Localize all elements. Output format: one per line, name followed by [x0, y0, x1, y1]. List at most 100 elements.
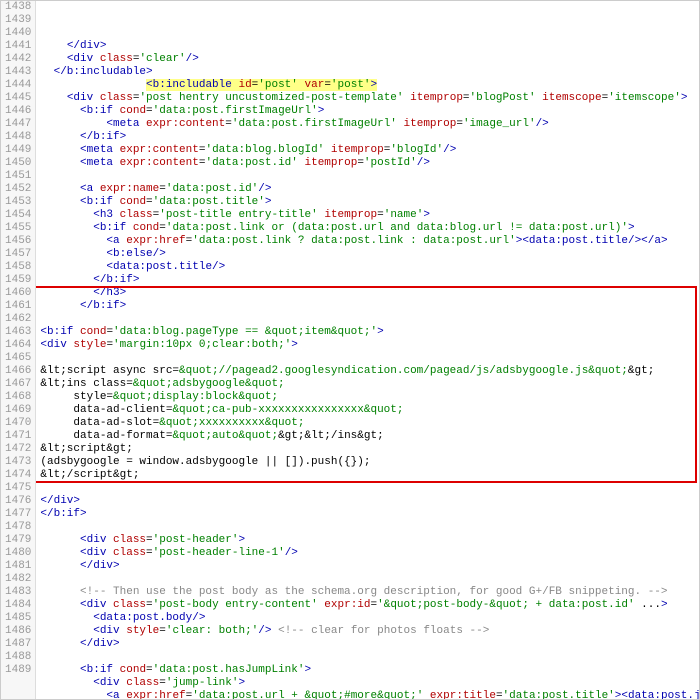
code-line[interactable]: </div> [40, 560, 699, 573]
line-number: 1453 [5, 196, 31, 209]
line-number: 1456 [5, 235, 31, 248]
line-number: 1486 [5, 625, 31, 638]
code-line[interactable]: </b:if> [40, 131, 699, 144]
code-line[interactable]: &lt;ins class=&quot;adsbygoogle&quot; [40, 378, 699, 391]
line-number: 1483 [5, 586, 31, 599]
code-line[interactable]: data-ad-slot=&quot;xxxxxxxxxx&quot; [40, 417, 699, 430]
code-line[interactable]: <b:if cond='data:post.hasJumpLink'> [40, 664, 699, 677]
line-number: 1455 [5, 222, 31, 235]
code-line[interactable]: </b:if> [40, 300, 699, 313]
code-line[interactable]: <meta expr:content='data:blog.blogId' it… [40, 144, 699, 157]
line-number: 1466 [5, 365, 31, 378]
code-line[interactable] [40, 482, 699, 495]
line-number: 1476 [5, 495, 31, 508]
code-line[interactable]: data-ad-client=&quot;ca-pub-xxxxxxxxxxxx… [40, 404, 699, 417]
code-line[interactable] [40, 313, 699, 326]
code-line[interactable]: <b:if cond='data:post.firstImageUrl'> [40, 105, 699, 118]
code-line[interactable]: <h3 class='post-title entry-title' itemp… [40, 209, 699, 222]
line-number: 1475 [5, 482, 31, 495]
line-number: 1442 [5, 53, 31, 66]
line-number: 1441 [5, 40, 31, 53]
line-number: 1482 [5, 573, 31, 586]
line-number: 1465 [5, 352, 31, 365]
code-line[interactable]: <div style='clear: both;'/> <!-- clear f… [40, 625, 699, 638]
code-line[interactable]: </h3> [40, 287, 699, 300]
code-line[interactable]: <div style='margin:10px 0;clear:both;'> [40, 339, 699, 352]
line-number: 1458 [5, 261, 31, 274]
code-line[interactable]: style=&quot;display:block&quot; [40, 391, 699, 404]
line-number: 1485 [5, 612, 31, 625]
line-number-gutter: 1438143914401441144214431444144514461447… [1, 1, 36, 699]
code-line[interactable]: &lt;/script&gt; [40, 469, 699, 482]
line-number: 1489 [5, 664, 31, 677]
code-line[interactable]: <a expr:href='data:post.link ? data:post… [40, 235, 699, 248]
code-line[interactable] [40, 170, 699, 183]
line-number: 1484 [5, 599, 31, 612]
code-line[interactable]: <meta expr:content='data:post.id' itempr… [40, 157, 699, 170]
line-number: 1440 [5, 27, 31, 40]
line-number: 1448 [5, 131, 31, 144]
code-line[interactable]: <meta expr:content='data:post.firstImage… [40, 118, 699, 131]
code-line[interactable]: </div> [40, 40, 699, 53]
code-line[interactable]: <div class='jump-link'> [40, 677, 699, 690]
code-line[interactable]: </b:if> [40, 508, 699, 521]
code-line[interactable]: data-ad-format=&quot;auto&quot;&gt;&lt;/… [40, 430, 699, 443]
line-number: 1467 [5, 378, 31, 391]
line-number: 1487 [5, 638, 31, 651]
line-number: 1470 [5, 417, 31, 430]
code-line[interactable] [40, 352, 699, 365]
line-number: 1443 [5, 66, 31, 79]
code-line[interactable]: <div class='post-header-line-1'/> [40, 547, 699, 560]
code-line[interactable] [40, 573, 699, 586]
line-number: 1438 [5, 1, 31, 14]
line-number: 1469 [5, 404, 31, 417]
line-number: 1450 [5, 157, 31, 170]
code-line[interactable]: <div class='clear'/> [40, 53, 699, 66]
line-number: 1480 [5, 547, 31, 560]
code-line[interactable]: <div class='post-body entry-content' exp… [40, 599, 699, 612]
code-line[interactable]: <!-- Then use the post body as the schem… [40, 586, 699, 599]
line-number: 1473 [5, 456, 31, 469]
code-line[interactable] [40, 651, 699, 664]
code-line[interactable]: <div class='post-header'> [40, 534, 699, 547]
code-line[interactable]: <b:includable id='post' var='post'> [40, 79, 699, 92]
line-number: 1447 [5, 118, 31, 131]
line-number: 1488 [5, 651, 31, 664]
code-line[interactable]: <b:else/> [40, 248, 699, 261]
code-area[interactable]: </div> <div class='clear'/> </b:includab… [36, 1, 699, 699]
code-editor[interactable]: 1438143914401441144214431444144514461447… [0, 0, 700, 700]
code-line[interactable]: <b:if cond='data:blog.pageType == &quot;… [40, 326, 699, 339]
line-number: 1481 [5, 560, 31, 573]
code-line[interactable]: <b:if cond='data:post.title'> [40, 196, 699, 209]
line-number: 1449 [5, 144, 31, 157]
line-number: 1472 [5, 443, 31, 456]
line-number: 1463 [5, 326, 31, 339]
code-line[interactable]: </b:includable> [40, 66, 699, 79]
line-number: 1468 [5, 391, 31, 404]
line-number: 1446 [5, 105, 31, 118]
line-number: 1477 [5, 508, 31, 521]
code-line[interactable]: &lt;script&gt; [40, 443, 699, 456]
code-line[interactable]: <a expr:name='data:post.id'/> [40, 183, 699, 196]
line-number: 1479 [5, 534, 31, 547]
line-number: 1464 [5, 339, 31, 352]
line-number: 1452 [5, 183, 31, 196]
code-line[interactable]: (adsbygoogle = window.adsbygoogle || [])… [40, 456, 699, 469]
code-line[interactable]: <data:post.body/> [40, 612, 699, 625]
code-line[interactable]: </div> [40, 495, 699, 508]
code-line[interactable]: <div class='post hentry uncustomized-pos… [40, 92, 699, 105]
line-number: 1459 [5, 274, 31, 287]
line-number: 1478 [5, 521, 31, 534]
code-line[interactable]: <data:post.title/> [40, 261, 699, 274]
code-line[interactable] [40, 521, 699, 534]
line-number: 1451 [5, 170, 31, 183]
code-line[interactable]: <a expr:href='data:post.url + &quot;#mor… [40, 690, 699, 699]
code-line[interactable]: </div> [40, 638, 699, 651]
line-number: 1457 [5, 248, 31, 261]
line-number: 1444 [5, 79, 31, 92]
code-line[interactable]: </b:if> [40, 274, 699, 287]
line-number: 1460 [5, 287, 31, 300]
code-line[interactable]: <b:if cond='data:post.link or (data:post… [40, 222, 699, 235]
code-line[interactable]: &lt;script async src=&quot;//pagead2.goo… [40, 365, 699, 378]
line-number: 1439 [5, 14, 31, 27]
